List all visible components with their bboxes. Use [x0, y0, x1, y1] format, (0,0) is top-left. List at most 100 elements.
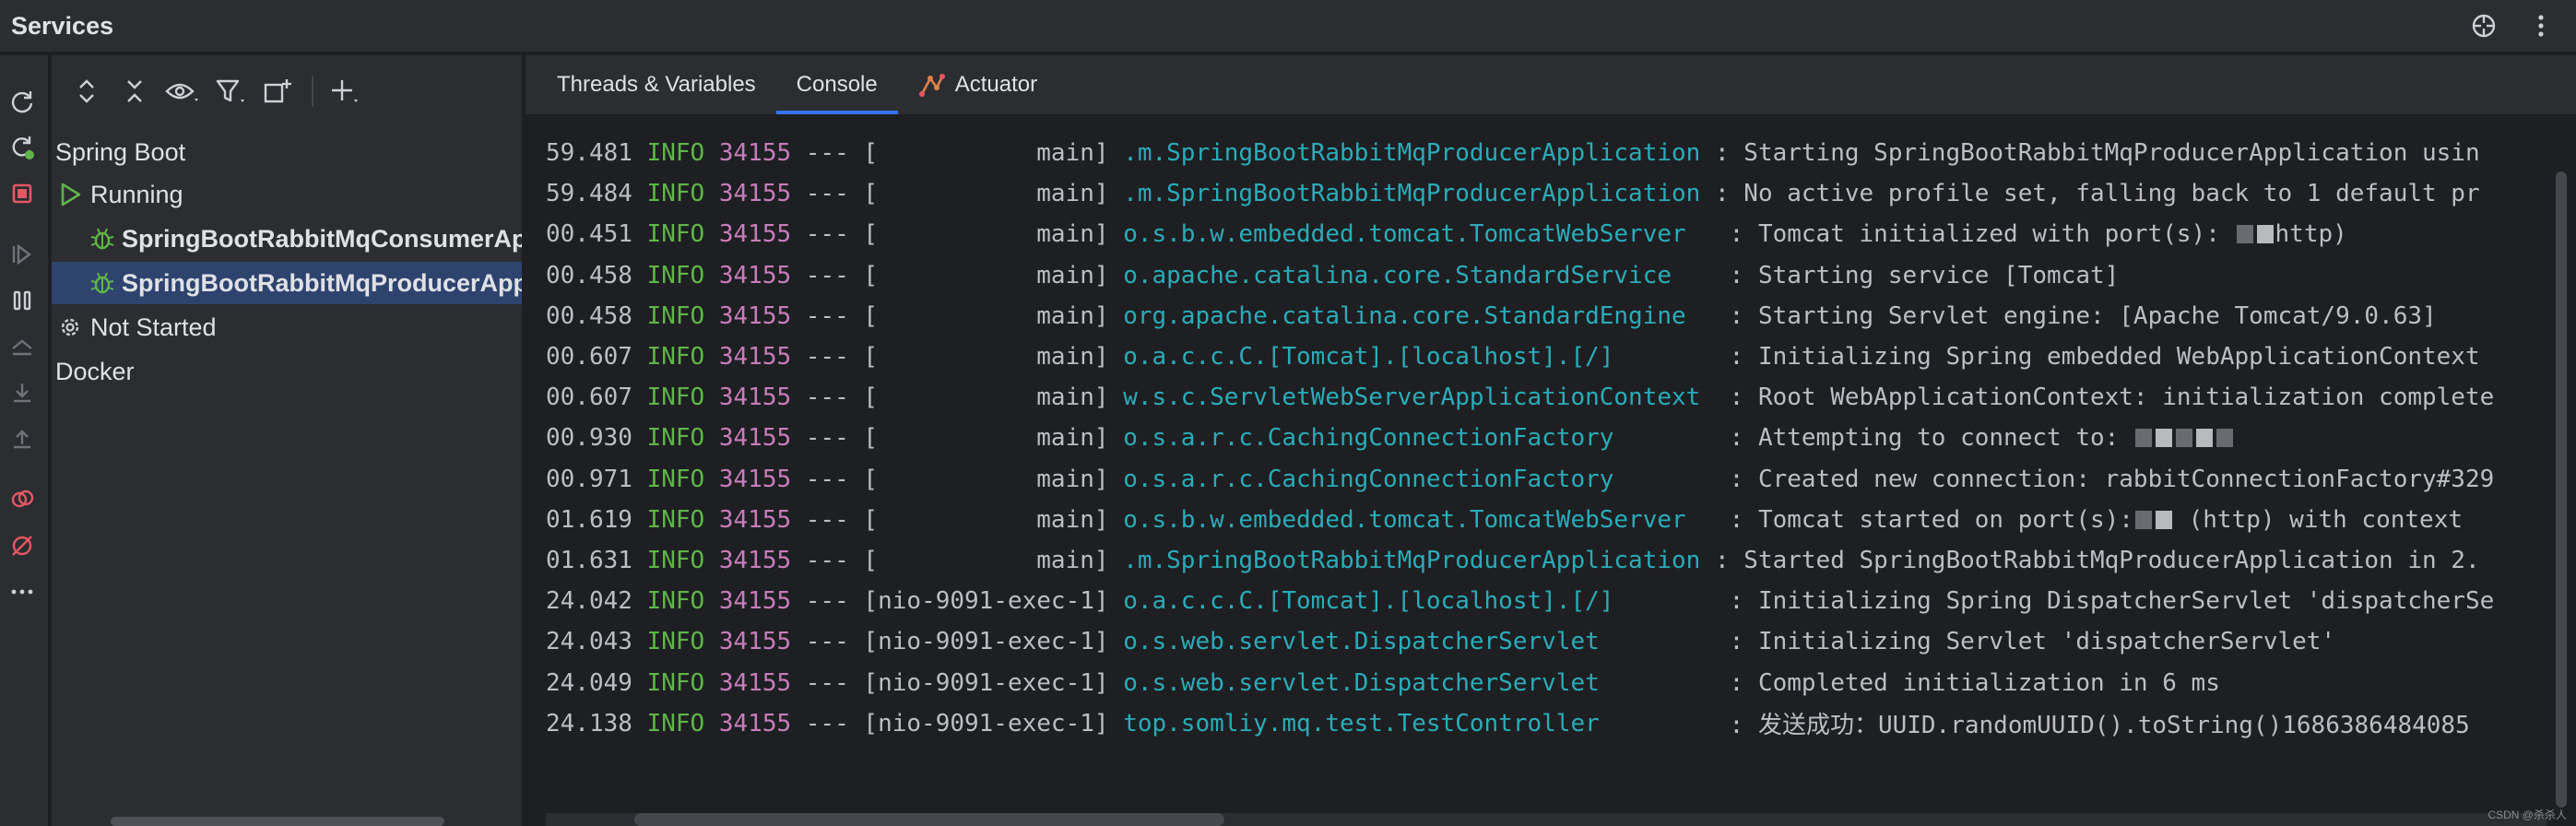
- no-breakpoints-icon[interactable]: [4, 527, 41, 564]
- tree-node-label: SpringBootRabbitMqConsumerApp: [122, 224, 524, 253]
- log-separator: ---: [805, 587, 849, 616]
- log-thread: [nio-9091-exec-1]: [863, 628, 1109, 656]
- more-vertical-icon[interactable]: [2523, 7, 2559, 44]
- tree-node-docker[interactable]: Docker: [52, 350, 522, 393]
- upload-icon[interactable]: [4, 420, 41, 457]
- log-level: INFO: [646, 139, 705, 167]
- spring-boot-debug-icon: [90, 272, 114, 294]
- run-selected-icon[interactable]: [4, 236, 41, 273]
- log-thread: [nio-9091-exec-1]: [863, 587, 1109, 616]
- log-logger: o.a.c.c.C.[Tomcat].[localhost].[/]: [1123, 343, 1715, 371]
- log-message: : Tomcat started on port(s):: [1729, 505, 2133, 534]
- log-pid: 34155: [718, 343, 792, 371]
- log-pid: 34155: [718, 424, 792, 453]
- log-logger: o.a.c.c.C.[Tomcat].[localhost].[/]: [1123, 587, 1715, 616]
- redacted-text: [2134, 429, 2152, 448]
- log-logger: .m.SpringBootRabbitMqProducerApplication: [1123, 180, 1701, 208]
- redacted-text: [2256, 225, 2274, 244]
- log-pid: 34155: [718, 547, 792, 574]
- redacted-text: [2155, 429, 2172, 448]
- new-service-icon[interactable]: [260, 73, 297, 110]
- log-line: 24.138 INFO 34155 --- [nio-9091-exec-1] …: [546, 703, 2470, 744]
- log-time: 00.607: [546, 384, 632, 412]
- log-separator: ---: [805, 628, 849, 656]
- tab-label: Threads & Variables: [557, 72, 756, 97]
- log-pid: 34155: [718, 139, 792, 167]
- log-separator: ---: [805, 424, 849, 453]
- log-level: INFO: [646, 301, 705, 330]
- log-logger: o.apache.catalina.core.StandardService: [1123, 261, 1715, 289]
- redacted-text: [2195, 429, 2213, 448]
- log-time: 24.042: [546, 587, 632, 616]
- console-output[interactable]: 59.481 INFO 34155 --- [ main] .m.SpringB…: [526, 114, 2550, 796]
- log-separator: ---: [805, 180, 849, 208]
- tree-horizontal-scrollbar[interactable]: [111, 817, 444, 826]
- log-logger: o.s.web.servlet.DispatcherServlet: [1123, 668, 1715, 697]
- tab-bar: Threads & Variables Console Actuator: [526, 55, 2576, 114]
- filter-icon[interactable]: [212, 73, 249, 110]
- log-thread: [nio-9091-exec-1]: [863, 668, 1109, 697]
- gear-icon: [61, 318, 79, 336]
- log-time: 00.971: [546, 465, 632, 493]
- log-line: 59.481 INFO 34155 --- [ main] .m.SpringB…: [546, 133, 2480, 173]
- tree-node-producer-app[interactable]: SpringBootRabbitMqProducerAppl: [52, 262, 522, 304]
- tab-actuator[interactable]: Actuator: [898, 55, 1058, 114]
- tree-node-not-started[interactable]: Not Started: [52, 306, 522, 348]
- tree-node-label: Docker: [55, 357, 135, 385]
- log-line: 00.971 INFO 34155 --- [ main] o.s.a.r.c.…: [546, 459, 2494, 500]
- stop-icon[interactable]: [4, 175, 41, 212]
- watermark: CSDN @杀杀人: [2487, 808, 2567, 821]
- redacted-text: [2155, 510, 2172, 529]
- log-line: 00.607 INFO 34155 --- [ main] w.s.c.Serv…: [546, 377, 2494, 418]
- log-time: 24.049: [546, 668, 632, 697]
- log-time: 59.484: [546, 180, 632, 208]
- log-message: : Initializing Servlet 'dispatcherServle…: [1729, 628, 2336, 656]
- log-thread: [ main]: [863, 384, 1109, 412]
- log-line: 01.619 INFO 34155 --- [ main] o.s.b.w.em…: [546, 500, 2463, 540]
- download-icon[interactable]: [4, 374, 41, 411]
- expand-all-icon[interactable]: [68, 73, 105, 110]
- log-message: : Starting Servlet engine: [Apache Tomca…: [1729, 301, 2437, 330]
- tree-node-label: Not Started: [90, 313, 217, 341]
- tab-label: Actuator: [954, 72, 1038, 97]
- more-icon[interactable]: [4, 573, 41, 610]
- window-title: Services: [11, 11, 114, 40]
- scroll-up-icon[interactable]: [4, 328, 41, 365]
- console-horizontal-scrollbar[interactable]: [634, 813, 1224, 826]
- log-line: 00.930 INFO 34155 --- [ main] o.s.a.r.c.…: [546, 418, 2235, 458]
- log-separator: ---: [805, 668, 849, 697]
- log-line: 00.607 INFO 34155 --- [ main] o.a.c.c.C.…: [546, 336, 2480, 377]
- tree-node-consumer-app[interactable]: SpringBootRabbitMqConsumerApp: [52, 218, 524, 260]
- log-pid: 34155: [718, 709, 792, 738]
- log-pid: 34155: [718, 220, 792, 249]
- crosshair-icon[interactable]: [2465, 7, 2502, 44]
- log-level: INFO: [646, 220, 705, 249]
- log-time: 01.631: [546, 547, 632, 574]
- log-message: : 发送成功：UUID.randomUUID().toString()16863…: [1729, 712, 2470, 740]
- actuator-icon: [918, 74, 945, 97]
- log-logger: w.s.c.ServletWebServerApplicationContext: [1123, 384, 1715, 412]
- add-icon[interactable]: [326, 73, 363, 110]
- refresh-icon[interactable]: [4, 83, 41, 120]
- tree-node-running[interactable]: Running: [52, 173, 522, 216]
- tree-node-spring-boot[interactable]: Spring Boot: [52, 131, 522, 173]
- log-message: : Started SpringBootRabbitMqProducerAppl…: [1714, 547, 2480, 574]
- log-level: INFO: [646, 343, 705, 371]
- log-message: : Initializing Spring DispatcherServlet …: [1729, 587, 2495, 616]
- view-options-icon[interactable]: [164, 73, 201, 110]
- pause-icon[interactable]: [4, 282, 41, 319]
- tab-threads-variables[interactable]: Threads & Variables: [537, 55, 776, 114]
- tab-console[interactable]: Console: [775, 55, 898, 114]
- log-pid: 34155: [718, 587, 792, 616]
- log-pid: 34155: [718, 301, 792, 330]
- log-pid: 34155: [718, 180, 792, 208]
- collapse-all-icon[interactable]: [116, 73, 153, 110]
- log-level: INFO: [646, 628, 705, 656]
- console-vertical-scrollbar[interactable]: [2556, 171, 2567, 808]
- link-icon[interactable]: [4, 481, 41, 518]
- tree-toolbar: [52, 55, 522, 127]
- log-thread: [ main]: [863, 547, 1109, 574]
- log-thread: [nio-9091-exec-1]: [863, 709, 1109, 738]
- log-thread: [ main]: [863, 180, 1109, 208]
- rerun-icon[interactable]: [4, 129, 41, 166]
